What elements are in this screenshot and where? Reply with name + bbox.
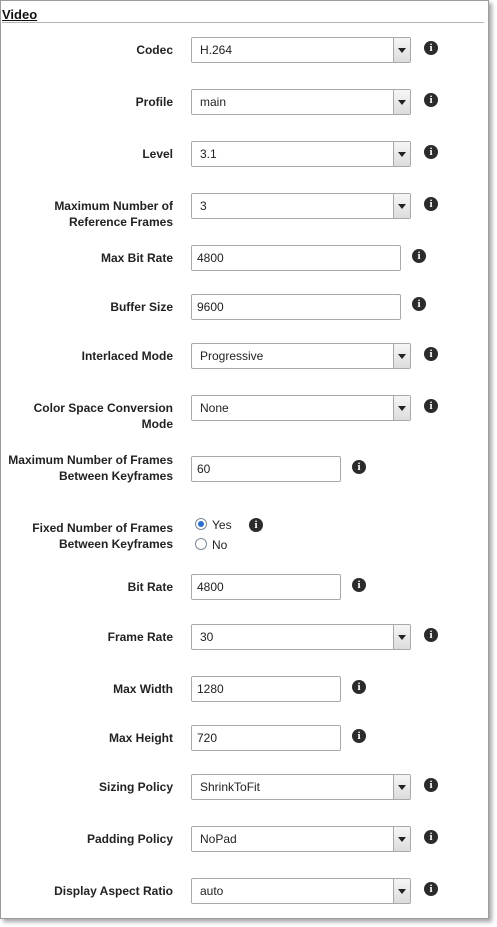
chevron-down-icon[interactable] [393, 90, 410, 114]
bit-rate-label: Bit Rate [127, 580, 173, 594]
radio-option-no[interactable]: No [195, 537, 227, 552]
max-ref-frames-label: Maximum Number of Reference Frames [54, 199, 173, 229]
frame-rate-select[interactable]: 30 [191, 624, 411, 650]
buffer-size-label: Buffer Size [110, 300, 173, 314]
video-settings-panel: Video Codec H.264 i Profile main i Level… [0, 0, 489, 919]
chevron-down-icon[interactable] [393, 344, 410, 368]
level-value: 3.1 [200, 147, 217, 161]
profile-value: main [200, 95, 227, 109]
max-height-input[interactable]: 720 [191, 725, 341, 751]
max-bit-rate-input[interactable]: 4800 [191, 245, 401, 271]
radio-yes[interactable] [195, 517, 207, 530]
bit-rate-input[interactable]: 4800 [191, 574, 341, 600]
display-aspect-ratio-label: Display Aspect Ratio [54, 884, 173, 898]
color-space-label: Color Space Conversion Mode [33, 401, 173, 431]
info-icon[interactable]: i [412, 297, 426, 311]
radio-option-yes[interactable]: Yes [195, 517, 232, 532]
info-icon[interactable]: i [352, 729, 366, 743]
color-space-select[interactable]: None [191, 395, 411, 421]
max-width-input[interactable]: 1280 [191, 676, 341, 702]
info-icon[interactable]: i [424, 778, 438, 792]
info-icon[interactable]: i [352, 578, 366, 592]
info-icon[interactable]: i [424, 145, 438, 159]
chevron-down-icon[interactable] [393, 775, 410, 799]
info-icon[interactable]: i [352, 460, 366, 474]
interlaced-mode-value: Progressive [200, 349, 264, 363]
radio-no[interactable] [195, 537, 207, 550]
chevron-down-icon[interactable] [393, 38, 410, 62]
section-divider [2, 22, 484, 23]
interlaced-mode-select[interactable]: Progressive [191, 343, 411, 369]
chevron-down-icon[interactable] [393, 194, 410, 218]
display-aspect-ratio-select[interactable]: auto [191, 878, 411, 904]
info-icon[interactable]: i [424, 93, 438, 107]
sizing-policy-label: Sizing Policy [98, 780, 173, 794]
padding-policy-label: Padding Policy [86, 832, 173, 846]
info-icon[interactable]: i [424, 882, 438, 896]
codec-select[interactable]: H.264 [191, 37, 411, 63]
padding-policy-select[interactable]: NoPad [191, 826, 411, 852]
info-icon[interactable]: i [424, 399, 438, 413]
max-frames-keyframes-input[interactable]: 60 [191, 456, 341, 482]
radio-no-label: No [212, 537, 228, 552]
display-aspect-ratio-value: auto [200, 884, 224, 898]
frame-rate-value: 30 [200, 630, 214, 644]
info-icon[interactable]: i [424, 41, 438, 55]
fixed-frames-keyframes-label: Fixed Number of Frames Between Keyframes [32, 521, 173, 551]
max-width-label: Max Width [113, 682, 173, 696]
interlaced-mode-label: Interlaced Mode [81, 349, 173, 363]
buffer-size-input[interactable]: 9600 [191, 294, 401, 320]
padding-policy-value: NoPad [200, 832, 237, 846]
info-icon[interactable]: i [249, 518, 263, 532]
sizing-policy-value: ShrinkToFit [200, 780, 261, 794]
chevron-down-icon[interactable] [393, 396, 410, 420]
level-label: Level [142, 147, 173, 161]
chevron-down-icon[interactable] [393, 827, 410, 851]
codec-value: H.264 [200, 43, 233, 57]
section-title: Video [2, 7, 38, 22]
info-icon[interactable]: i [424, 197, 438, 211]
max-height-label: Max Height [108, 731, 173, 745]
chevron-down-icon[interactable] [393, 879, 410, 903]
codec-label: Codec [136, 43, 173, 57]
info-icon[interactable]: i [424, 347, 438, 361]
info-icon[interactable]: i [412, 249, 426, 263]
level-select[interactable]: 3.1 [191, 141, 411, 167]
max-bit-rate-label: Max Bit Rate [100, 251, 173, 265]
info-icon[interactable]: i [352, 680, 366, 694]
radio-yes-label: Yes [212, 517, 232, 532]
max-frames-keyframes-label: Maximum Number of Frames Between Keyfram… [8, 453, 173, 483]
profile-label: Profile [135, 95, 173, 109]
info-icon[interactable]: i [424, 830, 438, 844]
max-ref-frames-select[interactable]: 3 [191, 193, 411, 219]
info-icon[interactable]: i [424, 628, 438, 642]
chevron-down-icon[interactable] [393, 142, 410, 166]
color-space-value: None [200, 401, 229, 415]
max-ref-frames-value: 3 [200, 199, 207, 213]
profile-select[interactable]: main [191, 89, 411, 115]
frame-rate-label: Frame Rate [107, 630, 173, 644]
chevron-down-icon[interactable] [393, 625, 410, 649]
sizing-policy-select[interactable]: ShrinkToFit [191, 774, 411, 800]
